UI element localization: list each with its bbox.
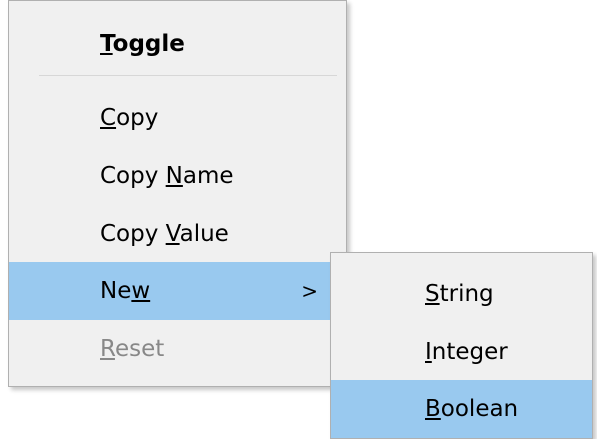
submenu-item-integer[interactable]: Integer: [331, 323, 592, 381]
context-menu: Toggle Copy Copy Name Copy Value New > R…: [8, 0, 347, 387]
access-key: N: [165, 163, 183, 189]
label-text: Ne: [100, 278, 132, 304]
menu-item-label: Toggle: [100, 15, 185, 73]
access-key: T: [100, 31, 113, 57]
menu-item-label: Copy Name: [100, 147, 234, 205]
submenu-item-string[interactable]: String: [331, 265, 592, 323]
label-text: eset: [114, 336, 165, 362]
access-key: B: [425, 396, 441, 422]
access-key: V: [165, 221, 180, 247]
menu-item-label: Reset: [100, 320, 164, 378]
access-key: S: [425, 281, 440, 307]
access-key: R: [100, 336, 115, 362]
menu-item-new[interactable]: New >: [9, 262, 346, 320]
label-text: alue: [179, 221, 229, 247]
label-text: nteger: [431, 339, 508, 365]
menu-item-label: Copy: [100, 89, 158, 147]
new-submenu: String Integer Boolean: [330, 252, 593, 439]
menu-item-label: Integer: [425, 323, 508, 381]
menu-item-label: Copy Value: [100, 205, 229, 263]
menu-item-toggle[interactable]: Toggle: [9, 15, 346, 73]
label-text: ame: [182, 163, 234, 189]
menu-item-reset: Reset: [9, 320, 346, 378]
label-text: oolean: [440, 396, 519, 422]
chevron-right-icon: >: [301, 279, 318, 303]
menu-item-label: String: [425, 265, 494, 323]
access-key: C: [100, 105, 117, 131]
menu-item-label: New: [100, 262, 150, 320]
menu-separator: [39, 75, 337, 76]
label-text: opy: [116, 105, 159, 131]
label-text: Copy: [100, 221, 166, 247]
access-key: w: [131, 278, 151, 304]
menu-item-copy-name[interactable]: Copy Name: [9, 147, 346, 205]
menu-item-copy[interactable]: Copy: [9, 89, 346, 147]
label-text: tring: [439, 281, 494, 307]
label-text: oggle: [112, 31, 185, 57]
menu-item-label: Boolean: [425, 380, 518, 438]
access-key: I: [425, 339, 432, 365]
label-text: Copy: [100, 163, 166, 189]
menu-item-copy-value[interactable]: Copy Value: [9, 205, 346, 263]
submenu-item-boolean[interactable]: Boolean: [331, 380, 592, 438]
